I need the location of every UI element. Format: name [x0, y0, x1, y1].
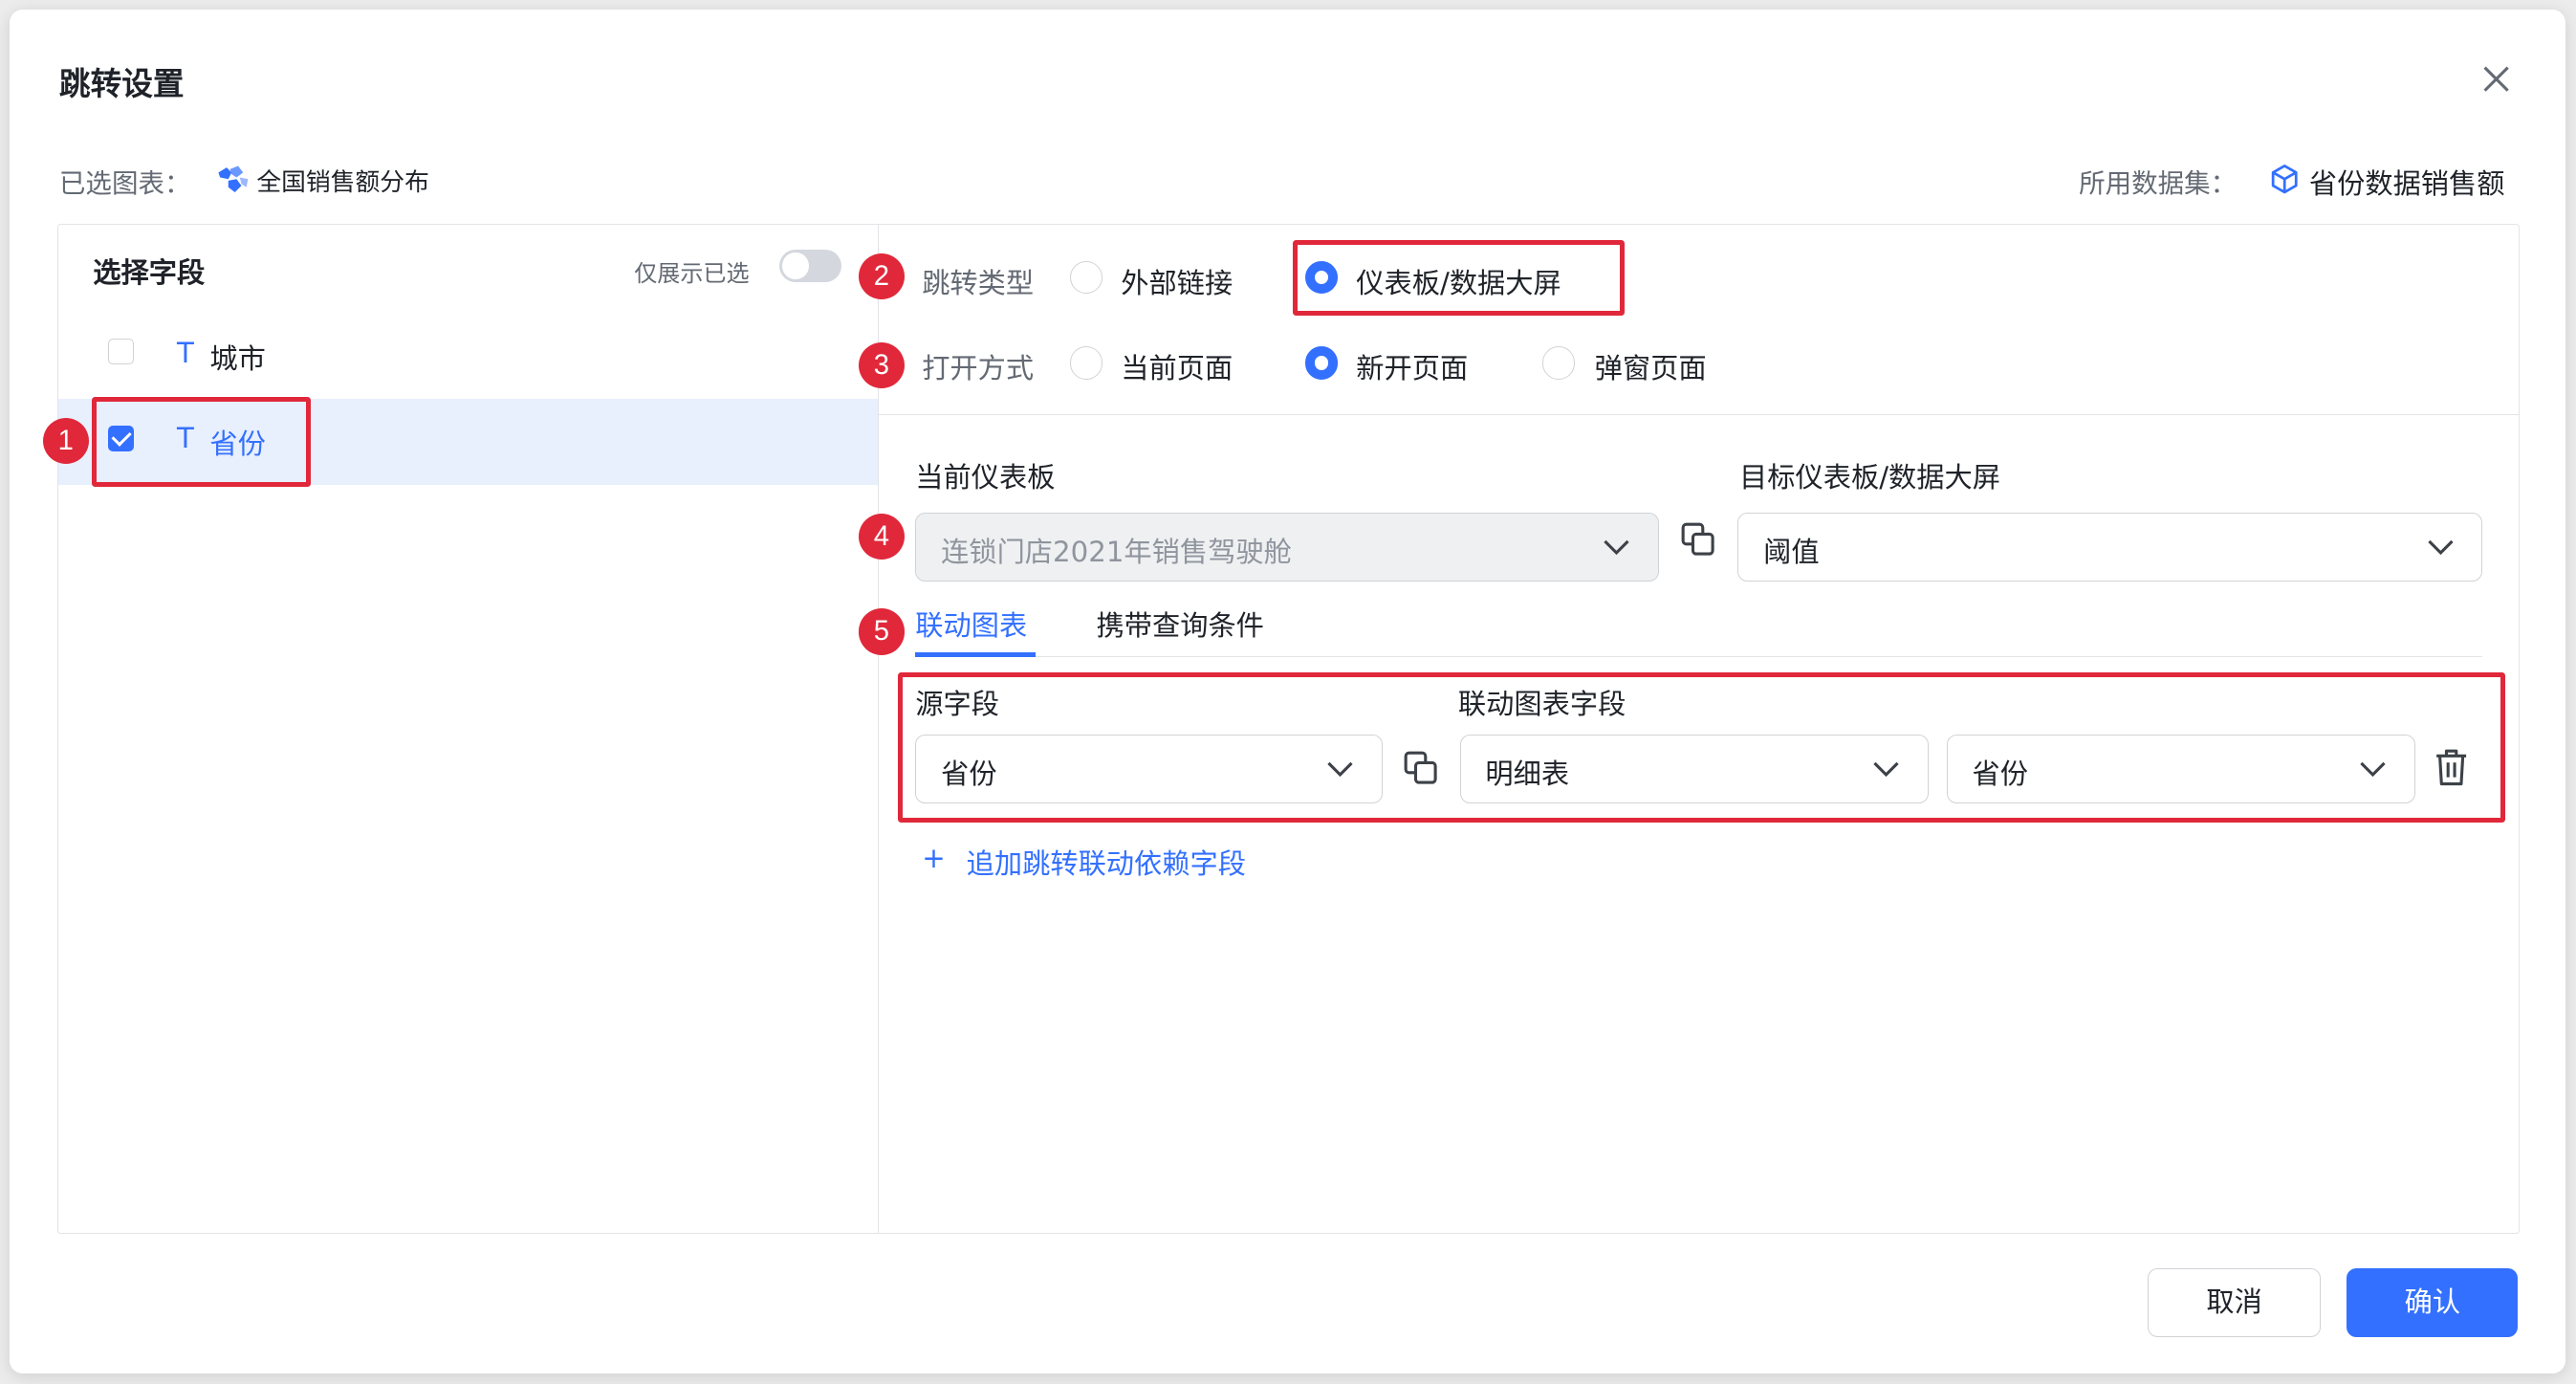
- selected-chart-name: 全国销售额分布: [256, 168, 429, 198]
- field-item-city[interactable]: T 城市: [58, 314, 878, 399]
- open-mode-label: 打开方式: [922, 352, 1035, 385]
- step-badge-2: 2: [858, 253, 905, 300]
- step-badge-5: 5: [858, 608, 905, 655]
- highlight-box-jump-type: [1292, 240, 1626, 317]
- only-selected-label: 仅展示已选: [634, 259, 750, 287]
- add-dependency-link[interactable]: 追加跳转联动依赖字段: [967, 842, 1246, 882]
- field-checkbox[interactable]: [107, 338, 135, 365]
- text-type-icon: T: [177, 336, 194, 369]
- tab-bar-divider: [915, 655, 2483, 658]
- current-dashboard-value: 连锁门店2021年销售驾驶舱: [941, 536, 1292, 569]
- cube-icon: [2268, 163, 2301, 195]
- highlight-box-mapping: [898, 672, 2505, 823]
- chevron-down-icon: [2428, 540, 2454, 556]
- add-dependency-icon[interactable]: +: [922, 842, 946, 874]
- jump-type-radio-external[interactable]: [1069, 260, 1103, 295]
- step-badge-1: 1: [42, 417, 89, 465]
- current-dashboard-select: 连锁门店2021年销售驾驶舱: [915, 512, 1659, 582]
- tab-active-indicator: [915, 652, 1036, 658]
- open-mode-option-popup[interactable]: 弹窗页面: [1595, 346, 1707, 386]
- jump-type-label: 跳转类型: [922, 266, 1035, 299]
- chevron-down-icon: [1604, 540, 1629, 556]
- tab-carry-query[interactable]: 携带查询条件: [1097, 604, 1264, 644]
- open-mode-radio-popup[interactable]: [1541, 346, 1576, 380]
- confirm-button[interactable]: 确认: [2347, 1268, 2519, 1338]
- dialog-title: 跳转设置: [58, 65, 185, 102]
- highlight-box-field: [92, 396, 312, 488]
- open-mode-option-current[interactable]: 当前页面: [1121, 346, 1233, 386]
- section-divider: [879, 413, 2520, 416]
- close-icon[interactable]: [2477, 59, 2516, 99]
- current-dashboard-label: 当前仪表板: [915, 460, 1056, 494]
- link-icon: [1678, 519, 1717, 559]
- open-mode-radio-current[interactable]: [1069, 346, 1103, 380]
- dataset-label: 所用数据集：: [2079, 167, 2238, 199]
- only-selected-toggle[interactable]: [778, 249, 841, 283]
- target-dashboard-value: 阈值: [1763, 536, 1820, 569]
- tab-linked-chart[interactable]: 联动图表: [915, 604, 1027, 644]
- step-badge-4: 4: [858, 513, 905, 560]
- jump-type-option-external[interactable]: 外部链接: [1121, 261, 1233, 301]
- dataset-name: 省份数据销售额: [2308, 166, 2505, 200]
- selected-chart-label: 已选图表：: [58, 167, 191, 199]
- target-dashboard-select[interactable]: 阈值: [1737, 512, 2483, 582]
- map-chart-icon: [215, 163, 251, 195]
- open-mode-option-new[interactable]: 新开页面: [1356, 346, 1468, 386]
- field-selector-panel: 选择字段 仅展示已选 T 城市 T 省份: [58, 224, 879, 1234]
- step-badge-3: 3: [858, 341, 905, 388]
- field-label: 城市: [209, 341, 266, 375]
- target-dashboard-label: 目标仪表板/数据大屏: [1739, 460, 2000, 494]
- open-mode-radio-new[interactable]: [1304, 346, 1339, 380]
- field-selector-heading: 选择字段: [93, 256, 206, 290]
- cancel-button[interactable]: 取消: [2148, 1268, 2321, 1338]
